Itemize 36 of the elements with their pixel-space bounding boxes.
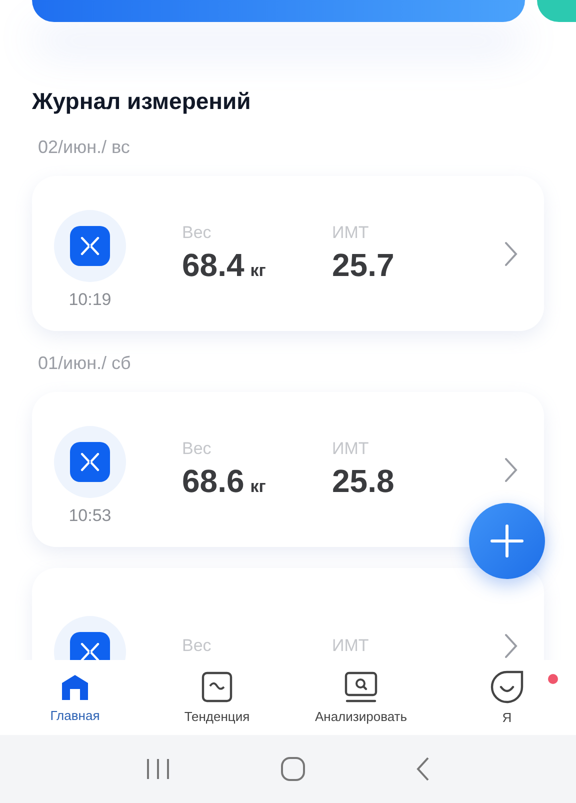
date-heading: 01/июн./ сб bbox=[38, 353, 132, 374]
bmi-label: ИМТ bbox=[332, 636, 370, 656]
summary-card[interactable] bbox=[537, 0, 576, 22]
bmi-value: 25.7 bbox=[332, 247, 396, 284]
weight-value: 68.6 кг bbox=[182, 463, 267, 500]
scale-icon bbox=[70, 442, 110, 482]
summary-banner[interactable] bbox=[32, 0, 526, 22]
scale-icon bbox=[70, 226, 110, 266]
chevron-right-icon bbox=[504, 240, 518, 266]
bmi-label: ИМТ bbox=[332, 223, 370, 243]
chevron-right-icon bbox=[504, 456, 518, 482]
bmi-label: ИМТ bbox=[332, 439, 370, 459]
bmi-value: 25.8 bbox=[332, 463, 396, 500]
date-heading: 02/июн./ вс bbox=[38, 137, 131, 158]
nav-tab[interactable]: Анализировать bbox=[314, 671, 408, 724]
weight-label: Вес bbox=[182, 636, 212, 656]
section-title: Журнал измерений bbox=[32, 88, 252, 115]
chart-icon bbox=[201, 671, 233, 703]
weight-label: Вес bbox=[182, 439, 212, 459]
weight-label: Вес bbox=[182, 223, 212, 243]
weight-value: 68.4 кг bbox=[182, 247, 267, 284]
nav-tab[interactable]: Я bbox=[490, 670, 524, 725]
monitor-search-icon bbox=[344, 671, 378, 703]
nav-tab[interactable]: Тенденция bbox=[184, 671, 250, 724]
back-button[interactable] bbox=[415, 756, 432, 782]
measurement-time: 10:53 bbox=[68, 506, 112, 526]
recent-apps-button[interactable] bbox=[144, 757, 171, 781]
home-button[interactable] bbox=[280, 756, 306, 782]
home-icon bbox=[60, 672, 90, 702]
chevron-right-icon bbox=[504, 632, 518, 658]
measurement-card[interactable]: 10:53 Вес 68.6 кг ИМТ 25.8 bbox=[32, 392, 544, 547]
measurement-card[interactable]: 10:19 Вес 68.4 кг ИМТ 25.7 bbox=[32, 176, 544, 331]
nav-tab[interactable]: Главная bbox=[50, 672, 100, 723]
measurement-time: 10:19 bbox=[68, 290, 112, 310]
plus-icon bbox=[490, 524, 524, 558]
smiley-icon bbox=[490, 670, 524, 704]
